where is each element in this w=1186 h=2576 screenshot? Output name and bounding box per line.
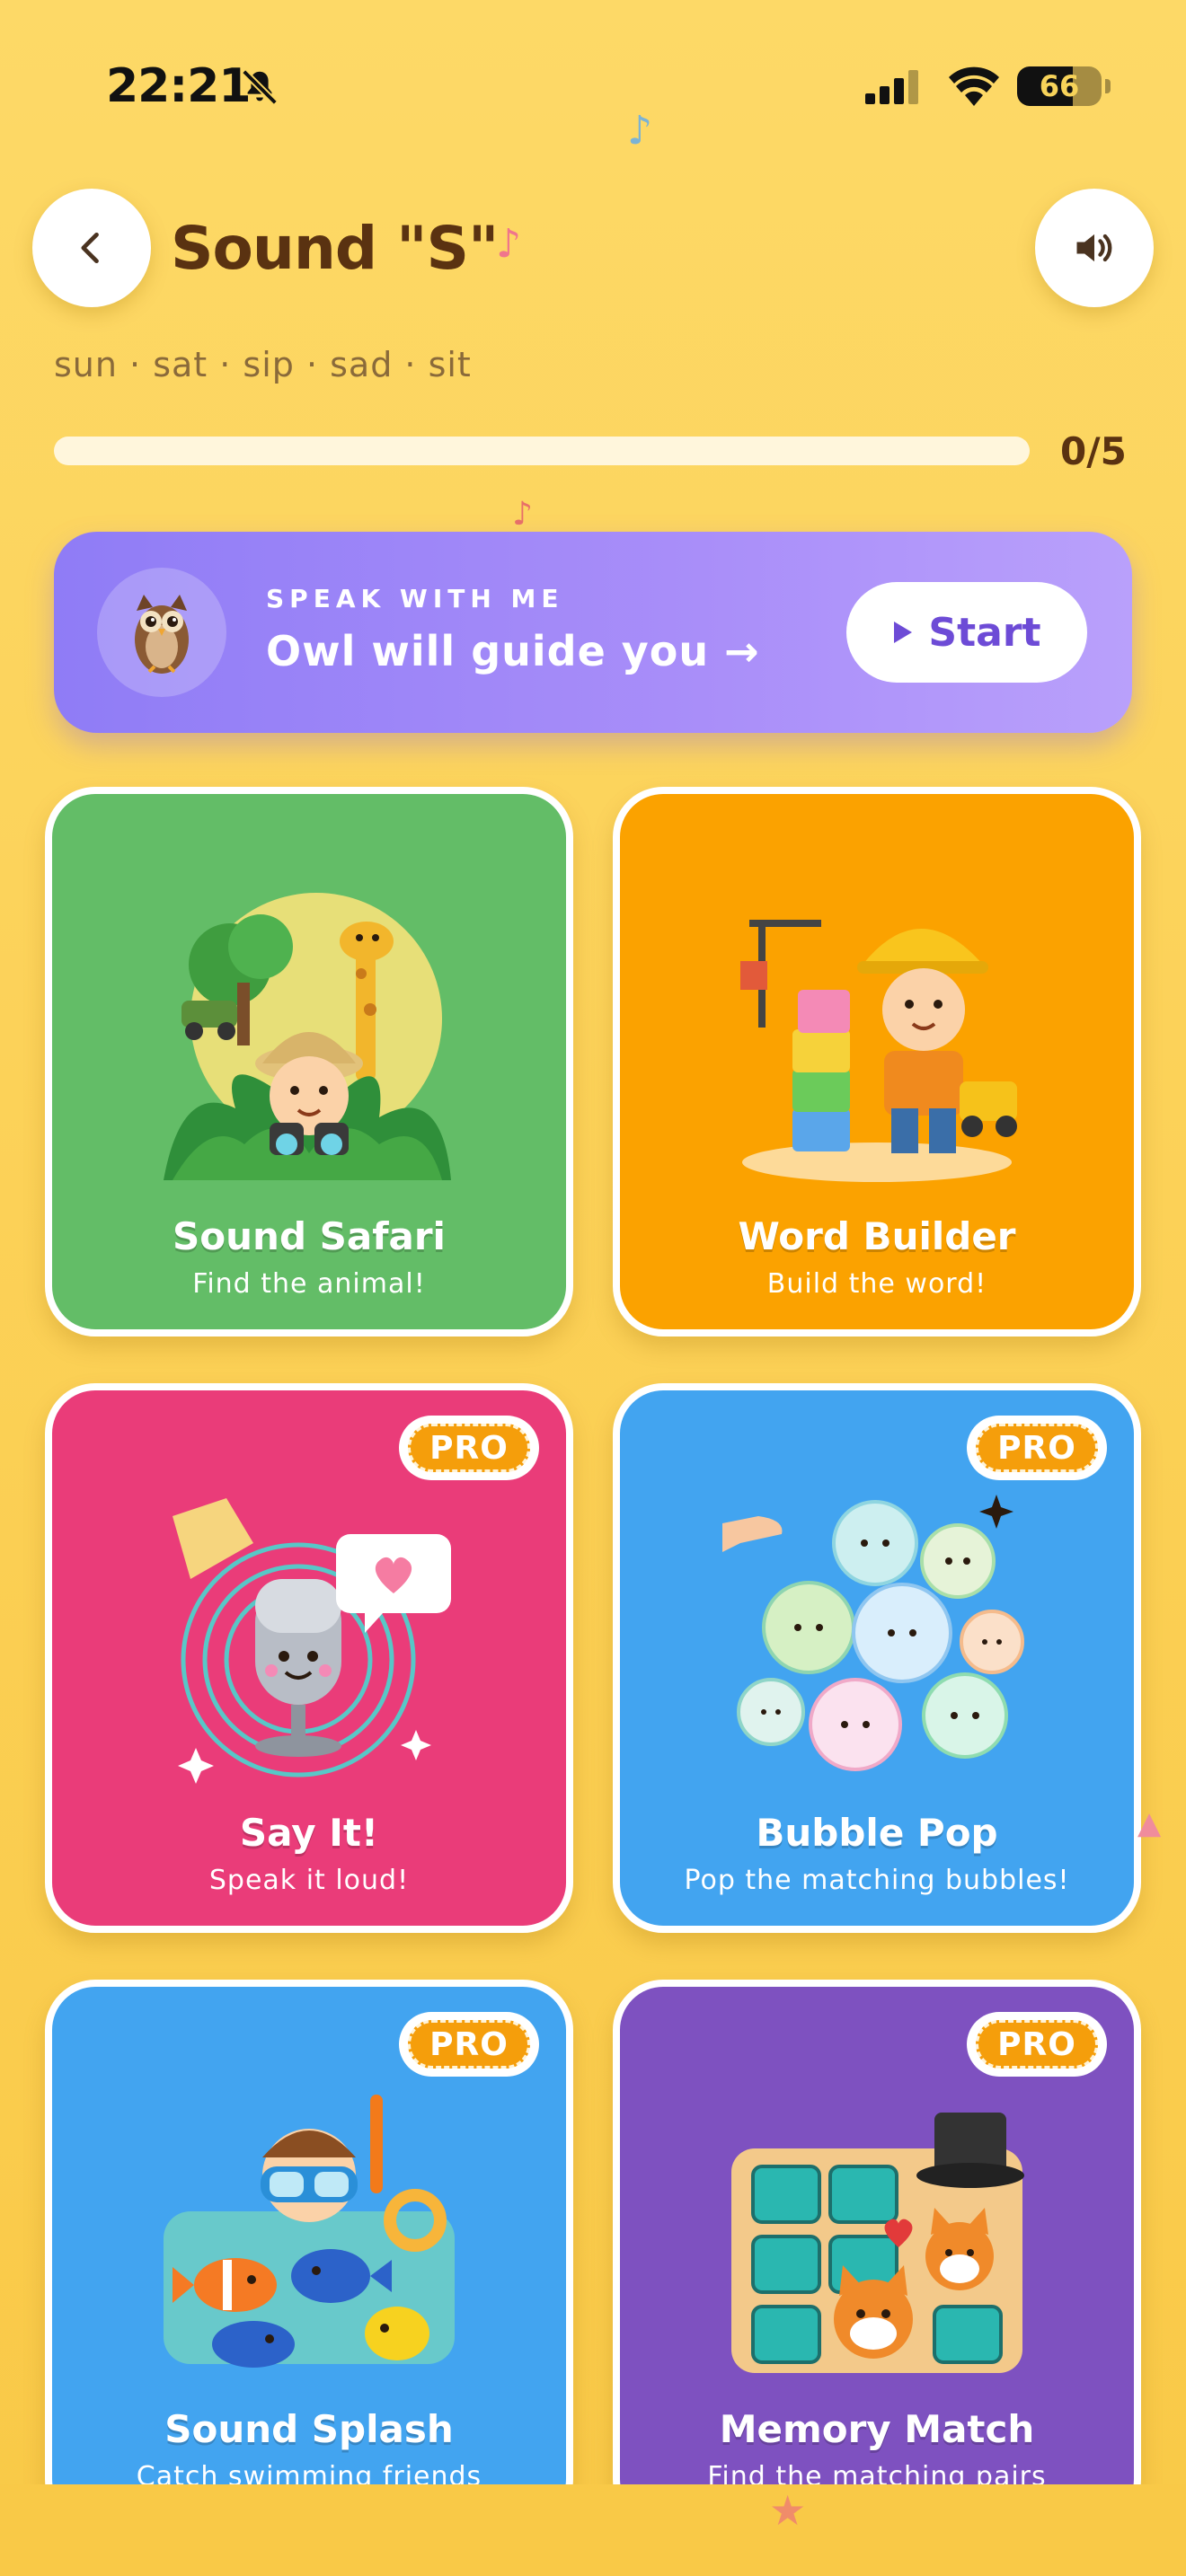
owl-icon — [135, 595, 189, 674]
practice-word-list: sun · sat · sip · sad · sit — [54, 345, 472, 384]
game-card-memory-match[interactable]: PRO Memory Match Find the matching pairs — [613, 1980, 1141, 2529]
pro-label: PRO — [408, 1424, 530, 1472]
card-title: Say It! — [239, 1811, 379, 1855]
back-button[interactable] — [32, 189, 151, 307]
pro-badge: PRO — [399, 2012, 539, 2077]
wifi-icon — [949, 66, 999, 106]
battery-cap — [1105, 79, 1111, 93]
owl-avatar — [97, 568, 226, 697]
pro-label: PRO — [976, 2020, 1098, 2069]
underwater-fish-illustration — [164, 2095, 455, 2368]
microphone-illustration — [173, 1498, 451, 1784]
banner-eyebrow: SPEAK WITH ME — [266, 584, 564, 613]
music-note-icon: ♪ — [512, 496, 533, 533]
pro-label: PRO — [408, 2020, 530, 2069]
card-title: Sound Safari — [173, 1214, 446, 1258]
speaker-icon — [1076, 234, 1112, 262]
card-subtitle: Build the word! — [766, 1268, 987, 1300]
status-time: 22:21 — [106, 59, 252, 113]
start-button[interactable]: Start — [846, 582, 1087, 683]
star-icon: ★ — [769, 2486, 807, 2535]
progress-bar — [54, 437, 1030, 465]
banner-title: Owl will guide you → — [266, 627, 760, 675]
page-title: Sound "S" — [171, 214, 499, 283]
cellular-signal-icon — [865, 70, 918, 104]
safari-explorer-illustration — [164, 893, 451, 1180]
pro-badge: PRO — [399, 1416, 539, 1480]
game-card-say-it[interactable]: PRO Say It! Speak it loud! — [45, 1383, 573, 1933]
card-title: Word Builder — [738, 1214, 1016, 1258]
memory-cards-illustration — [731, 2113, 1024, 2373]
music-note-icon: ♪ — [496, 221, 522, 267]
play-icon — [894, 622, 913, 643]
bottom-fade — [0, 2484, 1186, 2576]
progress-count: 0/5 — [1060, 429, 1127, 473]
speak-with-me-banner[interactable]: SPEAK WITH ME Owl will guide you → Start — [54, 532, 1132, 733]
pro-badge: PRO — [967, 2012, 1107, 2077]
sparkle-icon: ▲ — [1137, 1805, 1162, 1841]
card-subtitle: Find the animal! — [192, 1268, 426, 1300]
battery-indicator: 66 — [1017, 66, 1102, 106]
game-card-word-builder[interactable]: Word Builder Build the word! — [613, 787, 1141, 1337]
chevron-left-icon — [81, 232, 99, 264]
play-sound-button[interactable] — [1035, 189, 1154, 307]
pro-badge: PRO — [967, 1416, 1107, 1480]
music-note-icon: ♪ — [627, 108, 653, 154]
game-card-sound-splash[interactable]: PRO Sound Splash Catch swimming friends — [45, 1980, 573, 2529]
bubbles-illustration — [722, 1495, 1024, 1771]
game-card-sound-safari[interactable]: Sound Safari Find the animal! — [45, 787, 573, 1337]
card-title: Bubble Pop — [756, 1811, 998, 1855]
card-subtitle: Pop the matching bubbles! — [684, 1865, 1070, 1896]
pro-label: PRO — [976, 1424, 1098, 1472]
game-card-bubble-pop[interactable]: PRO Bubble Pop Pop the matching bubbles! — [613, 1383, 1141, 1933]
card-subtitle: Speak it loud! — [208, 1865, 410, 1896]
bell-slash-icon — [242, 69, 278, 105]
card-title: Memory Match — [719, 2407, 1035, 2451]
card-title: Sound Splash — [164, 2407, 454, 2451]
battery-percent: 66 — [1039, 69, 1080, 103]
start-button-label: Start — [928, 609, 1041, 656]
builder-blocks-illustration — [740, 920, 1017, 1182]
